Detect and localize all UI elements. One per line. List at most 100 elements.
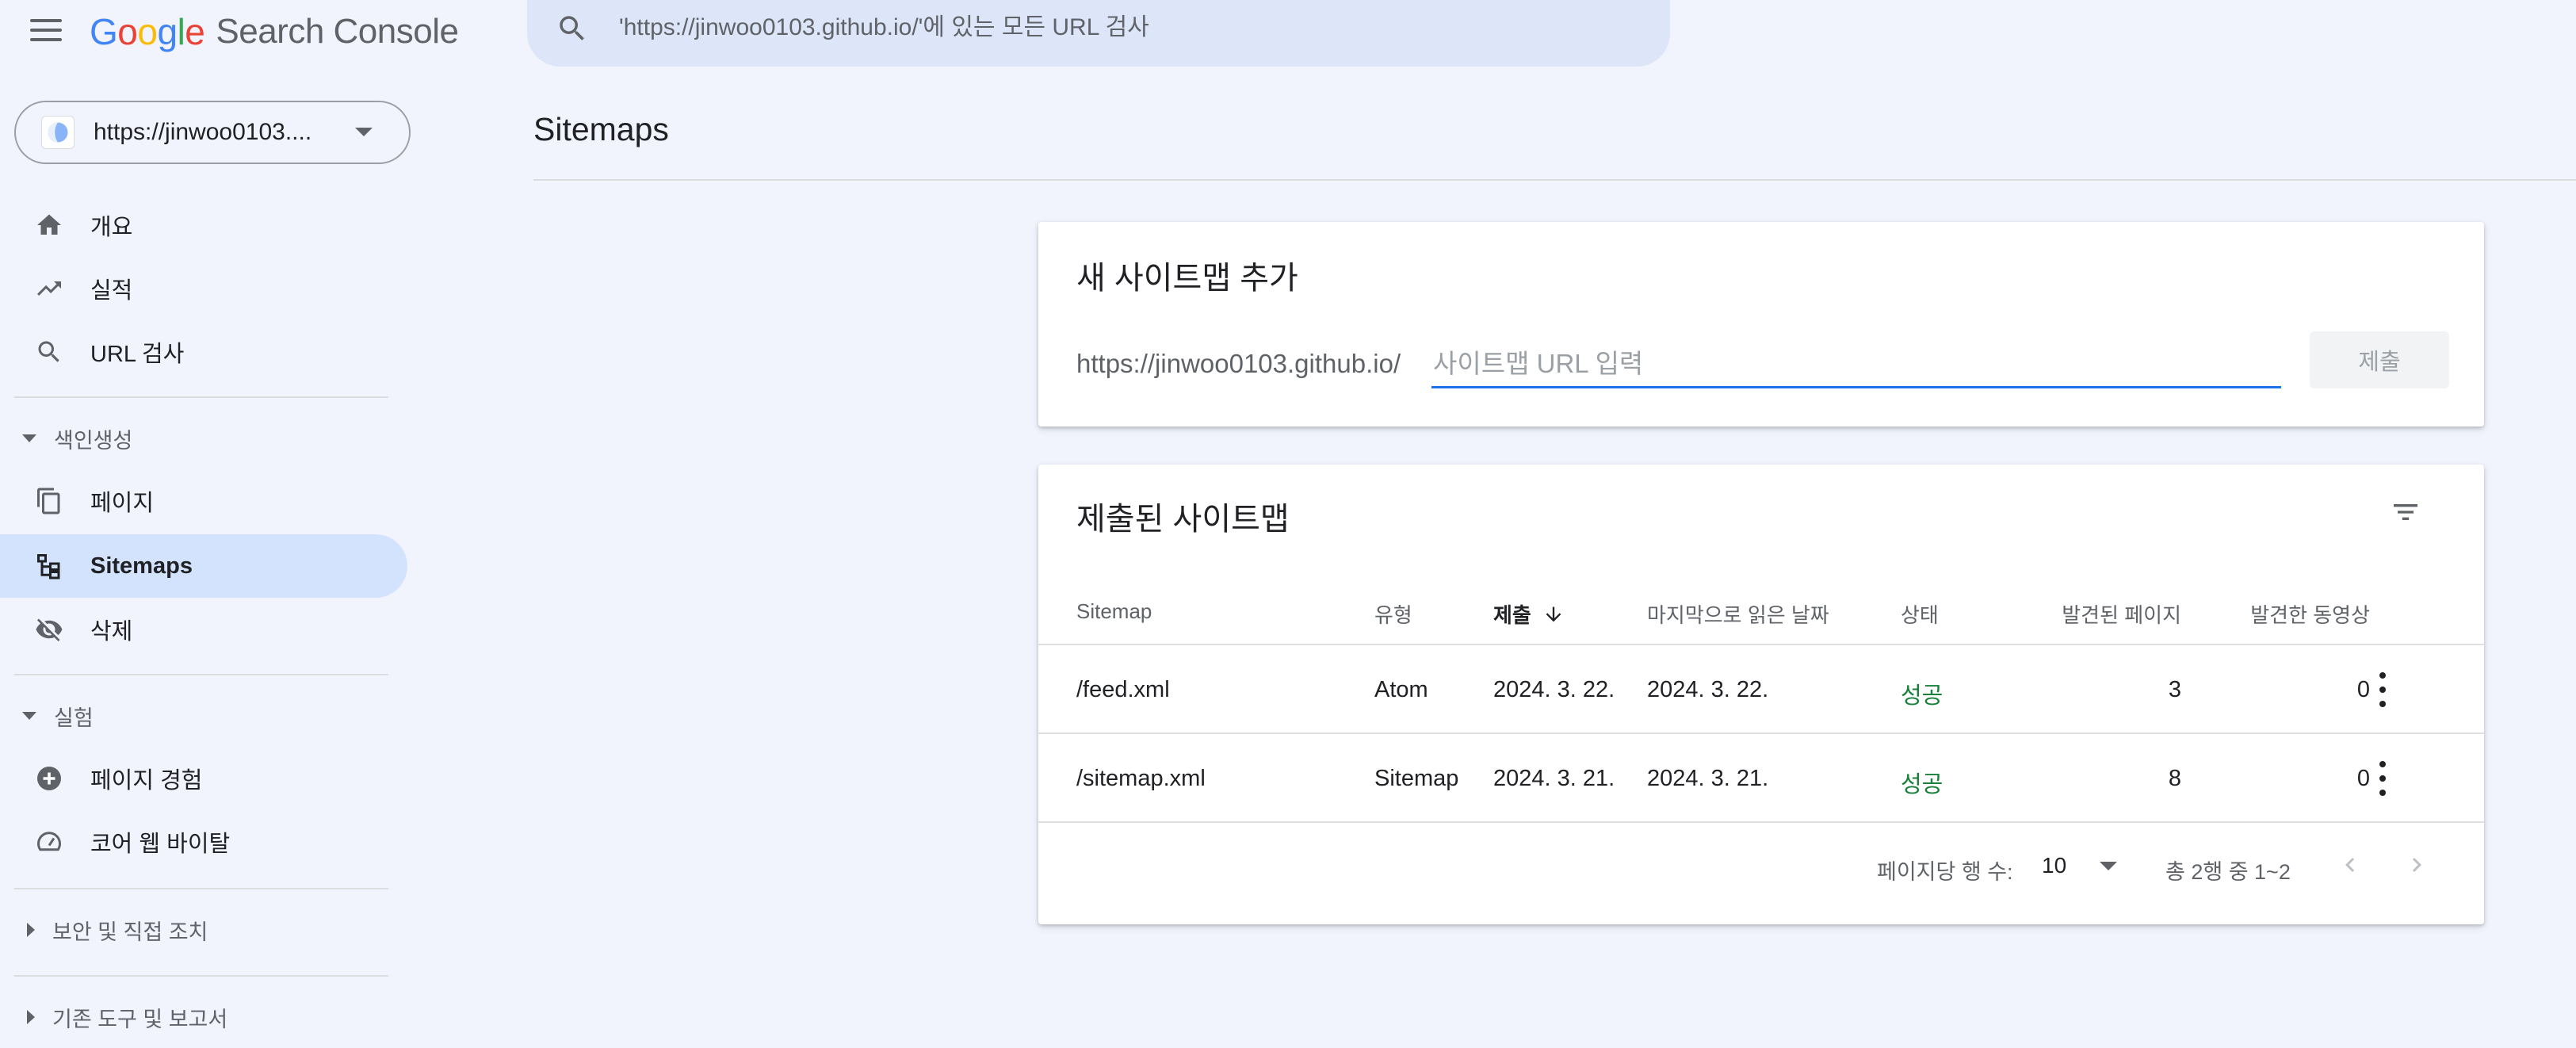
sidebar-item-sitemaps[interactable]: Sitemaps	[0, 534, 407, 598]
next-page-button[interactable]	[2398, 847, 2435, 883]
add-sitemap-card: 새 사이트맵 추가 https://jinwoo0103.github.io/ …	[1038, 222, 2484, 426]
column-last-read[interactable]: 마지막으로 읽은 날짜	[1647, 599, 1829, 629]
section-label: 보안 및 직접 조치	[52, 920, 208, 944]
sidebar-item-label: Sitemaps	[90, 553, 193, 579]
sidebar-item-label: 페이지 경험	[90, 768, 203, 794]
sidebar-divider	[14, 888, 388, 889]
sidebar-divider	[14, 396, 388, 398]
chevron-down-icon	[2100, 861, 2118, 870]
product-name: Search Console	[216, 12, 459, 51]
add-sitemap-row: https://jinwoo0103.github.io/ 제출	[1076, 331, 2449, 396]
submitted-sitemaps-title: 제출된 사이트맵	[1076, 502, 1290, 537]
section-label: 색인생성	[54, 428, 133, 453]
add-circle-icon	[33, 763, 65, 794]
cell-type: Sitemap	[1374, 766, 1459, 791]
sidebar-item-label: 페이지	[90, 491, 155, 516]
search-input[interactable]	[617, 13, 1569, 42]
page-title: Sitemaps	[533, 111, 669, 147]
cell-sitemap: /feed.xml	[1076, 677, 1170, 702]
main-menu-icon[interactable]	[29, 14, 63, 46]
visibility-off-icon	[33, 614, 65, 645]
collapse-arrow-icon	[27, 923, 35, 937]
sidebar-item-url-inspection[interactable]: URL 검사	[0, 320, 407, 384]
page-range: 총 2행 중 1~2	[2165, 860, 2291, 884]
rows-per-page-value: 10	[2042, 853, 2067, 878]
sidebar-item-removals[interactable]: 삭제	[0, 598, 407, 661]
search-icon	[33, 336, 65, 368]
property-selector[interactable]: https://jinwoo0103....	[14, 101, 411, 164]
copy-pages-icon	[33, 485, 65, 517]
section-label: 기존 도구 및 보고서	[52, 1007, 228, 1031]
sitemap-icon	[33, 550, 65, 582]
add-sitemap-title: 새 사이트맵 추가	[1076, 261, 1298, 296]
more-vert-icon[interactable]	[2370, 756, 2395, 801]
sidebar-item-label: URL 검사	[90, 342, 185, 367]
cell-pages-found: 8	[2168, 766, 2181, 791]
top-bar: Google Search Console	[0, 0, 2576, 71]
globe-icon	[41, 116, 75, 149]
chevron-left-icon	[2345, 858, 2355, 872]
expand-arrow-icon	[22, 712, 36, 720]
column-type[interactable]: 유형	[1374, 599, 1412, 629]
cell-submitted: 2024. 3. 22.	[1493, 677, 1615, 702]
sidebar-item-label: 코어 웹 바이탈	[90, 832, 231, 857]
cell-submitted: 2024. 3. 21.	[1493, 766, 1615, 791]
section-security[interactable]: 보안 및 직접 조치	[17, 910, 208, 950]
sidebar-item-label: 삭제	[90, 619, 133, 644]
sidebar-item-pages[interactable]: 페이지	[0, 469, 407, 533]
title-divider	[533, 179, 2576, 181]
column-pages-found[interactable]: 발견된 페이지	[2061, 599, 2181, 629]
cell-type: Atom	[1374, 677, 1428, 702]
table-header: Sitemap 유형 제출 마지막으로 읽은 날짜 상태 발견된 페이지 발견한…	[1038, 568, 2484, 645]
sidebar-item-page-experience[interactable]: 페이지 경험	[0, 747, 407, 810]
search-console-logo[interactable]: Google Search Console	[90, 8, 459, 55]
rows-per-page-select[interactable]: 10	[2042, 850, 2129, 882]
sidebar-divider	[14, 975, 388, 977]
sidebar-item-overview[interactable]: 개요	[0, 193, 407, 257]
section-label: 실험	[54, 706, 94, 730]
cell-pages-found: 3	[2168, 677, 2181, 702]
table-row[interactable]: /sitemap.xml Sitemap 2024. 3. 21. 2024. …	[1038, 734, 2484, 823]
section-legacy[interactable]: 기존 도구 및 보고서	[17, 997, 227, 1037]
sitemap-url-prefix: https://jinwoo0103.github.io/	[1076, 349, 1401, 378]
cell-videos-found: 0	[2356, 766, 2370, 791]
status-badge: 성공	[1901, 772, 1943, 797]
sidebar-item-label: 개요	[90, 215, 133, 240]
cell-last-read: 2024. 3. 21.	[1647, 766, 1769, 791]
collapse-arrow-icon	[27, 1010, 35, 1024]
filter-icon[interactable]	[2387, 496, 2424, 528]
section-experience[interactable]: 실험	[17, 696, 94, 736]
prev-page-button[interactable]	[2332, 847, 2368, 883]
sidebar-item-label: 실적	[90, 278, 133, 304]
trending-up-icon	[33, 273, 65, 304]
url-inspection-search[interactable]	[527, 0, 1670, 67]
submitted-sitemaps-card: 제출된 사이트맵 Sitemap 유형 제출 마지막으로 읽은 날짜 상태 발견…	[1038, 465, 2484, 924]
cell-videos-found: 0	[2356, 677, 2370, 702]
sitemap-url-input[interactable]	[1431, 341, 2281, 388]
column-submitted-label: 제출	[1493, 603, 1531, 627]
column-sitemap[interactable]: Sitemap	[1076, 599, 1152, 624]
search-icon[interactable]	[556, 12, 589, 45]
sidebar-item-core-web-vitals[interactable]: 코어 웹 바이탈	[0, 810, 407, 874]
arrow-down-icon	[1546, 606, 1561, 622]
cell-sitemap: /sitemap.xml	[1076, 766, 1206, 791]
chevron-down-icon	[355, 128, 373, 136]
cell-last-read: 2024. 3. 22.	[1647, 677, 1769, 702]
section-indexing[interactable]: 색인생성	[17, 419, 132, 458]
chevron-right-icon	[2412, 858, 2421, 872]
expand-arrow-icon	[22, 434, 36, 442]
column-videos-found[interactable]: 발견한 동영상	[2243, 599, 2370, 629]
property-url: https://jinwoo0103....	[94, 119, 312, 145]
sidebar: https://jinwoo0103.... 개요 실적 URL 검사 색인생성…	[0, 71, 412, 1048]
table-row[interactable]: /feed.xml Atom 2024. 3. 22. 2024. 3. 22.…	[1038, 645, 2484, 734]
sidebar-item-performance[interactable]: 실적	[0, 257, 407, 320]
column-status[interactable]: 상태	[1901, 599, 1939, 629]
status-badge: 성공	[1901, 683, 1943, 709]
rows-per-page-label: 페이지당 행 수:	[1877, 860, 2013, 884]
pagination: 페이지당 행 수: 10 총 2행 중 1~2	[1038, 826, 2484, 908]
home-icon	[33, 209, 65, 241]
column-submitted[interactable]: 제출	[1493, 599, 1565, 629]
submit-button[interactable]: 제출	[2310, 331, 2449, 388]
more-vert-icon[interactable]	[2370, 667, 2395, 712]
speed-gauge-icon	[33, 826, 65, 858]
